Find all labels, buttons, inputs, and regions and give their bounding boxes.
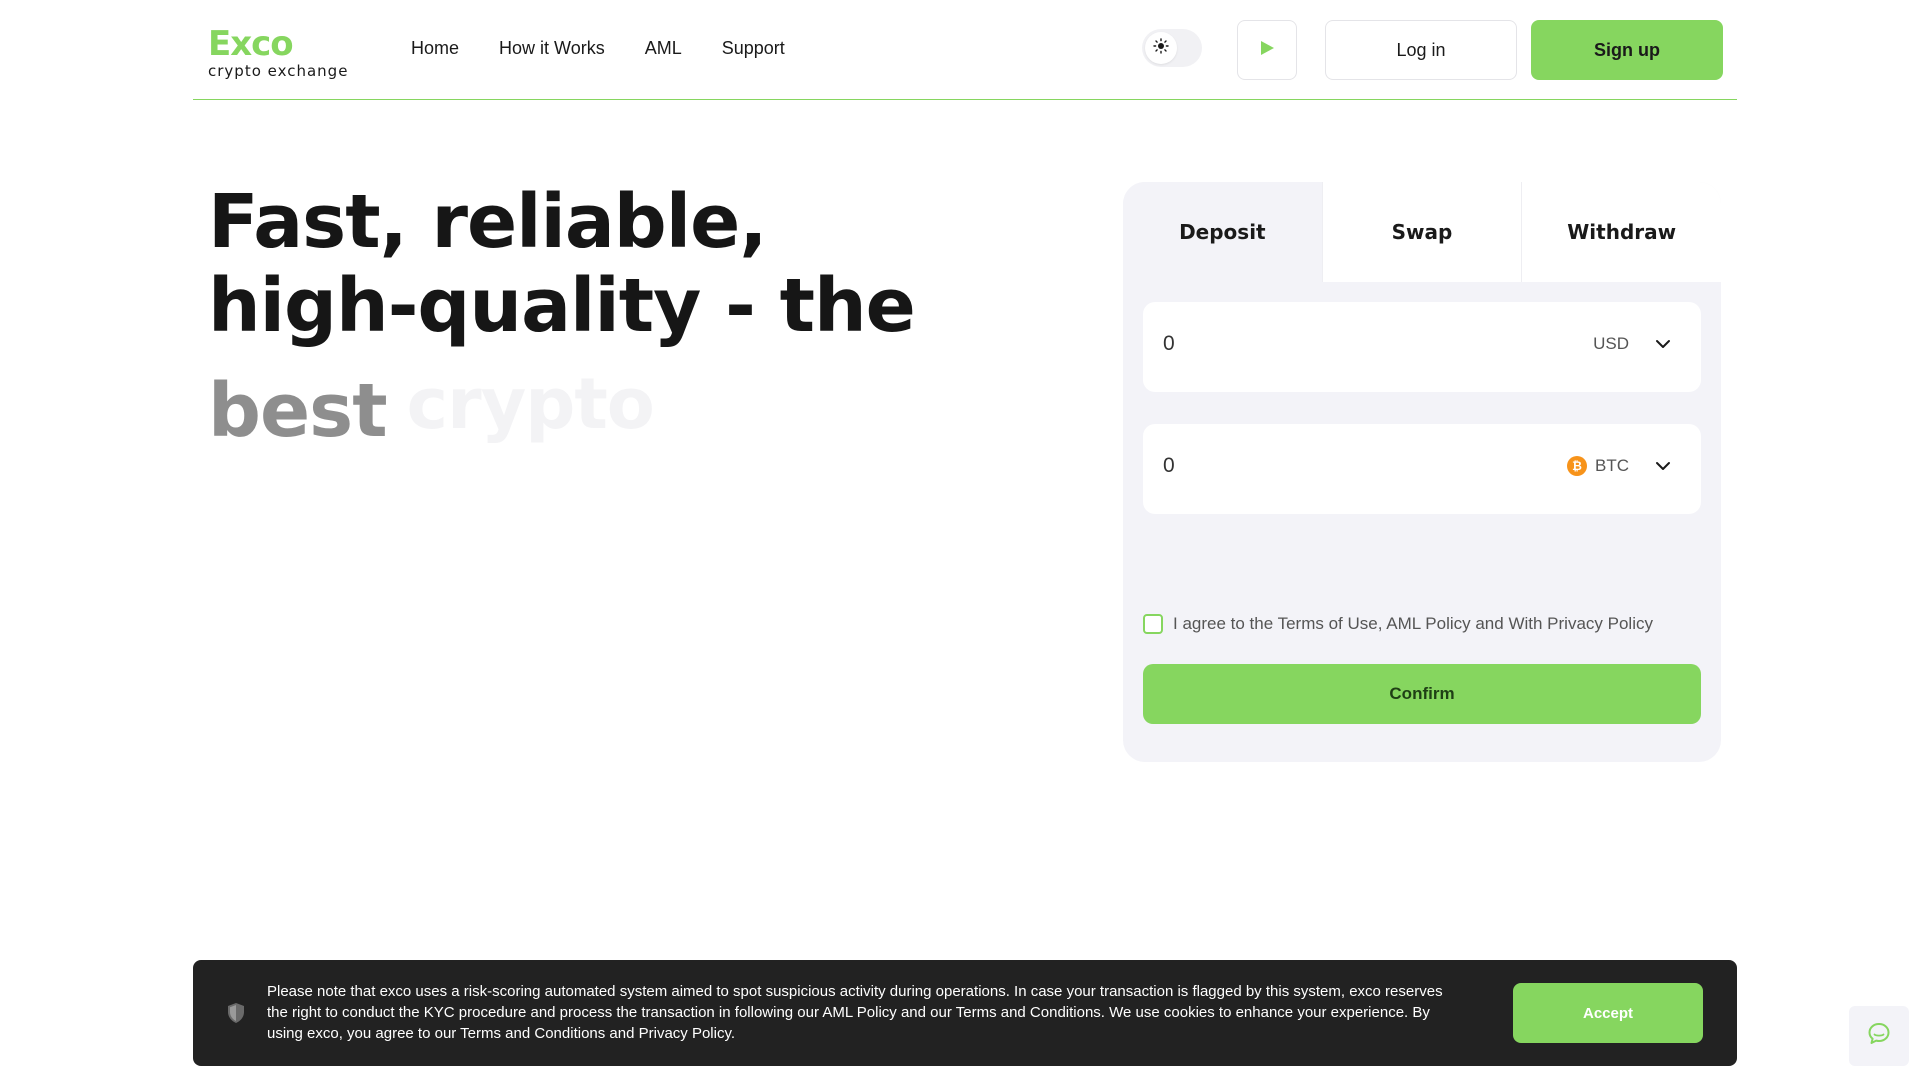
- hero-line-1: Fast, reliable,: [208, 179, 767, 265]
- theme-toggle[interactable]: [1142, 29, 1202, 67]
- hero-line-2: high-quality - the: [208, 263, 916, 349]
- to-currency-label: BTC: [1595, 456, 1629, 475]
- notice-text: Please note that exco uses a risk-scorin…: [267, 983, 1443, 1042]
- chat-button[interactable]: [1849, 1006, 1909, 1066]
- tab-deposit[interactable]: Deposit: [1123, 182, 1322, 282]
- terms-checkbox[interactable]: [1143, 614, 1163, 634]
- to-currency-select[interactable]: ₿ BTC: [1567, 456, 1671, 476]
- hero-word-best: best: [208, 368, 388, 454]
- nav-home[interactable]: Home: [411, 38, 459, 59]
- logo[interactable]: Exco crypto exchange: [208, 26, 348, 80]
- confirm-button[interactable]: Confirm: [1143, 664, 1701, 724]
- tab-withdraw[interactable]: Withdraw: [1521, 182, 1722, 282]
- from-currency-label: USD: [1593, 334, 1629, 353]
- main-nav: Home How it Works AML Support: [411, 38, 785, 59]
- logo-word: Exco: [208, 24, 294, 64]
- logo-tagline: crypto exchange: [208, 62, 349, 80]
- chevron-down-icon: [1655, 339, 1671, 349]
- from-amount-field[interactable]: 0 USD: [1143, 302, 1701, 392]
- theme-toggle-knob: [1145, 32, 1177, 64]
- signup-button[interactable]: Sign up: [1531, 20, 1723, 80]
- exchange-card: Deposit Swap Withdraw 0 USD 0 ₿ BTC I ag…: [1123, 182, 1722, 762]
- terms-agreement: I agree to the Terms of Use, AML Policy …: [1143, 614, 1653, 634]
- to-amount-value[interactable]: 0: [1163, 454, 1175, 478]
- nav-support[interactable]: Support: [722, 38, 785, 59]
- tab-swap[interactable]: Swap: [1321, 182, 1522, 282]
- hero-heading: Fast, reliable, high-quality - the best c…: [208, 180, 1008, 458]
- play-button[interactable]: [1237, 20, 1297, 80]
- terms-agreement-label: I agree to the Terms of Use, AML Policy …: [1173, 614, 1653, 633]
- chevron-down-icon: [1655, 461, 1671, 471]
- play-icon: [1258, 39, 1276, 61]
- nav-aml[interactable]: AML: [645, 38, 682, 59]
- exchange-tabs: Deposit Swap Withdraw: [1123, 182, 1722, 282]
- from-amount-value[interactable]: 0: [1163, 332, 1175, 356]
- accept-button[interactable]: Accept: [1513, 983, 1703, 1043]
- shield-icon: [227, 1002, 245, 1028]
- chat-icon: [1866, 1021, 1892, 1051]
- sun-icon: [1153, 38, 1169, 58]
- to-amount-field[interactable]: 0 ₿ BTC: [1143, 424, 1701, 514]
- btc-icon: ₿: [1567, 456, 1587, 476]
- risk-cookie-notice: Please note that exco uses a risk-scorin…: [193, 960, 1737, 1066]
- site-header: Exco crypto exchange Home How it Works A…: [193, 0, 1737, 100]
- from-currency-select[interactable]: USD: [1593, 334, 1671, 354]
- login-button[interactable]: Log in: [1325, 20, 1517, 80]
- hero-word-crypto: crypto: [406, 363, 655, 445]
- nav-how-it-works[interactable]: How it Works: [499, 38, 605, 59]
- hero-line-3: best crypto: [208, 363, 1008, 458]
